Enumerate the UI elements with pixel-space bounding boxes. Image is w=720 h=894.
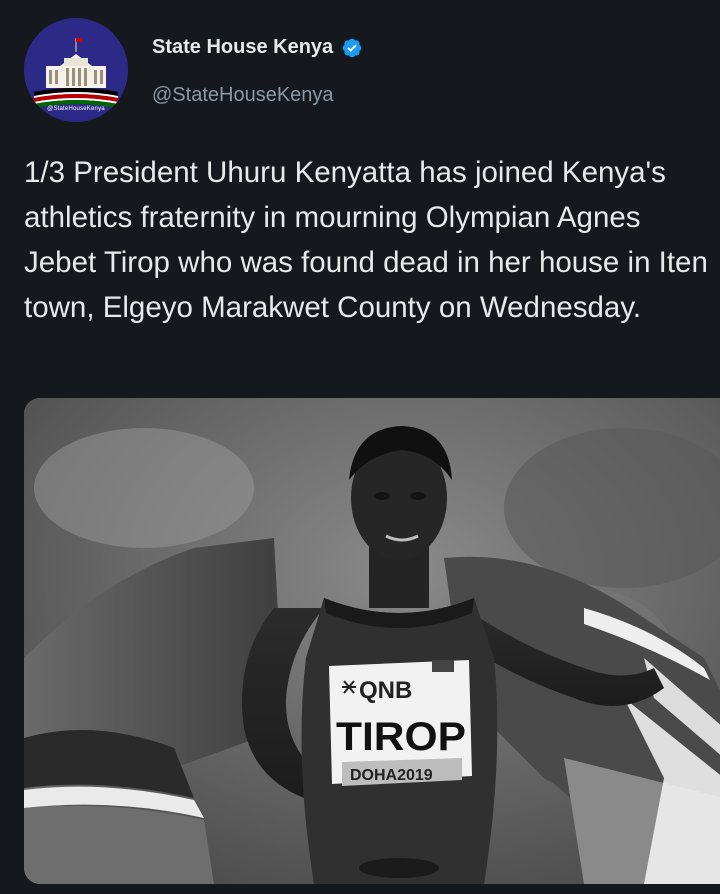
tweet[interactable]: @StateHouseKenya State House Kenya @Stat… bbox=[0, 0, 720, 894]
bib-sponsor: QNB bbox=[359, 677, 412, 704]
bib-event: DOHA2019 bbox=[350, 767, 433, 784]
tweet-media-photo[interactable]: QNB TIROP DOHA2019 bbox=[24, 398, 720, 884]
verified-badge-icon bbox=[341, 37, 363, 59]
author-name-row: State House Kenya bbox=[152, 36, 363, 59]
avatar-caption: @StateHouseKenya bbox=[47, 106, 105, 112]
race-bib: QNB TIROP DOHA2019 bbox=[329, 660, 472, 786]
author-handle[interactable]: @StateHouseKenya bbox=[152, 84, 334, 107]
author-display-name[interactable]: State House Kenya bbox=[152, 36, 333, 59]
avatar[interactable]: @StateHouseKenya bbox=[24, 18, 128, 122]
tweet-text: 1/3 President Uhuru Kenyatta has joined … bbox=[24, 156, 708, 324]
bib-name: TIROP bbox=[336, 715, 466, 759]
